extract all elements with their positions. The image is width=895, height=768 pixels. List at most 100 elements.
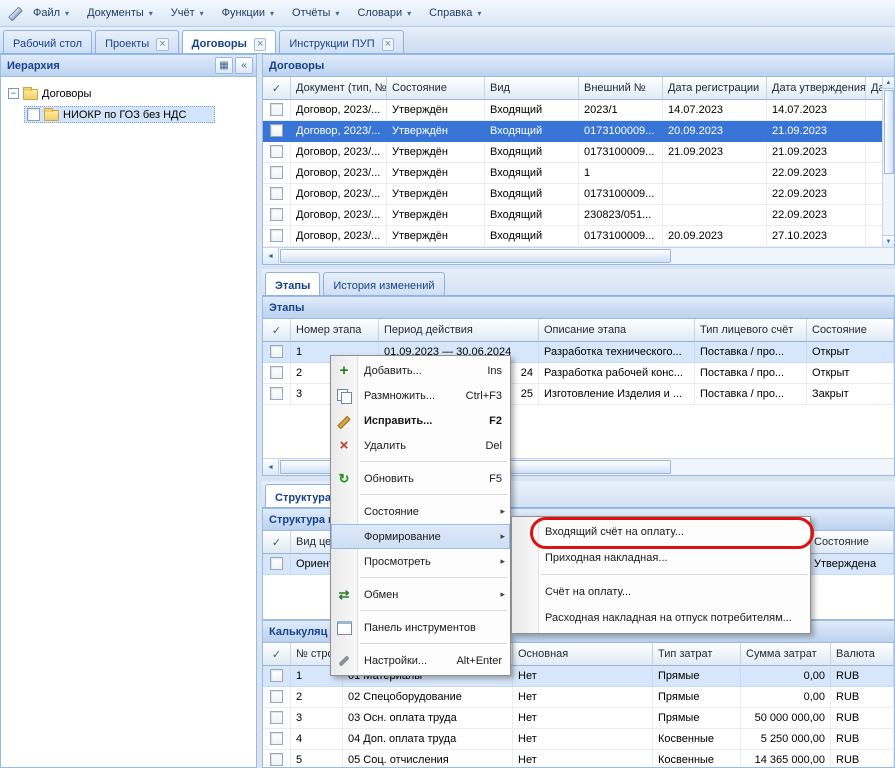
contract-row[interactable]: Договор, 2023/... Утверждён Входящий 202… <box>263 100 894 121</box>
column-header-state[interactable]: Состояние <box>809 531 894 554</box>
scrollbar-thumb[interactable] <box>884 90 894 174</box>
vertical-scrollbar[interactable]: ▲ ▼ <box>882 77 894 247</box>
row-checkbox[interactable] <box>270 669 283 682</box>
row-checkbox[interactable] <box>270 366 283 379</box>
main-tab[interactable]: Инструкции ПУП × <box>279 30 404 53</box>
menubar-item[interactable]: Функции ▾ <box>213 3 283 23</box>
scrollbar-thumb[interactable] <box>280 249 671 263</box>
row-checkbox[interactable] <box>270 711 283 724</box>
contract-row[interactable]: Договор, 2023/... Утверждён Входящий 017… <box>263 226 894 247</box>
calculation-row[interactable]: 5 05 Соц. отчисления Нет Косвенные 14 36… <box>263 750 894 768</box>
column-header-external[interactable]: Внешний № <box>579 77 663 100</box>
submenu-item[interactable]: Входящий счёт на оплату... <box>512 519 810 545</box>
scroll-down-button[interactable]: ▼ <box>883 235 894 247</box>
context-menu-item[interactable]: Добавить... Ins <box>331 358 510 383</box>
scroll-left-button[interactable]: ◄ <box>263 248 279 264</box>
row-checkbox[interactable] <box>270 557 283 570</box>
context-menu-item[interactable]: Удалить Del <box>331 433 510 458</box>
context-menu-item[interactable]: Состояние ▸ <box>331 499 510 524</box>
row-checkbox[interactable] <box>270 387 283 400</box>
submenu-item[interactable]: Счёт на оплату... <box>512 579 810 605</box>
cell-state: Утверждён <box>387 205 485 226</box>
context-menu-item[interactable]: Обмен ▸ <box>331 582 510 607</box>
tab-close-icon[interactable]: × <box>156 38 168 51</box>
contracts-panel: Договоры ✓ Документ (тип, № Состояние Ви… <box>262 54 895 265</box>
row-checkbox[interactable] <box>270 753 283 766</box>
column-header-state[interactable]: Состояние <box>387 77 485 100</box>
contract-row[interactable]: Договор, 2023/... Утверждён Входящий 230… <box>263 205 894 226</box>
column-header-currency[interactable]: Валюта <box>831 643 894 666</box>
stages-tab[interactable]: История изменений <box>323 272 444 295</box>
contract-row[interactable]: Договор, 2023/... Утверждён Входящий 1 2… <box>263 163 894 184</box>
contract-row[interactable]: Договор, 2023/... Утверждён Входящий 017… <box>263 121 894 142</box>
tree-node-label: Договоры <box>42 88 91 100</box>
menubar-item[interactable]: Документы ▾ <box>78 3 162 23</box>
row-checkbox[interactable] <box>270 145 283 158</box>
context-menu-item[interactable]: Просмотреть ▸ <box>331 549 510 574</box>
column-header-cost-type[interactable]: Тип затрат <box>653 643 741 666</box>
scroll-up-button[interactable]: ▲ <box>883 77 894 89</box>
calculation-row[interactable]: 4 04 Доп. оплата труда Нет Косвенные 5 2… <box>263 729 894 750</box>
column-header-approve-date[interactable]: Дата утверждения <box>767 77 866 100</box>
select-all-header[interactable]: ✓ <box>263 531 291 554</box>
column-header-kind[interactable]: Вид <box>485 77 579 100</box>
menu-item-label: Состояние <box>364 506 502 518</box>
tree-node-root[interactable]: − Договоры <box>1 83 256 104</box>
calculation-row[interactable]: 3 03 Осн. оплата труда Нет Прямые 50 000… <box>263 708 894 729</box>
select-all-header[interactable]: ✓ <box>263 643 291 666</box>
column-header-main[interactable]: Основная <box>513 643 653 666</box>
collapse-panel-button[interactable]: « <box>235 57 253 74</box>
row-checkbox[interactable] <box>270 187 283 200</box>
column-header-amount[interactable]: Сумма затрат <box>741 643 831 666</box>
cell-document: Договор, 2023/... <box>291 205 387 226</box>
column-header-reg-date[interactable]: Дата регистрации <box>663 77 767 100</box>
main-tab[interactable]: Рабочий стол <box>3 30 92 53</box>
stages-tab[interactable]: Этапы <box>265 272 320 295</box>
column-header-state[interactable]: Состояние <box>807 319 894 342</box>
column-header-stage-number[interactable]: Номер этапа <box>291 319 379 342</box>
context-menu-item[interactable]: Размножить... Ctrl+F3 <box>331 383 510 408</box>
row-checkbox[interactable] <box>270 166 283 179</box>
submenu-item[interactable]: Приходная накладная... <box>512 545 810 571</box>
context-menu-item[interactable]: Исправить... F2 <box>331 408 510 433</box>
horizontal-scrollbar[interactable]: ◄ ► <box>263 247 894 264</box>
select-all-header[interactable]: ✓ <box>263 319 291 342</box>
calculation-row[interactable]: 2 02 Спецоборудование Нет Прямые 0,00 RU… <box>263 687 894 708</box>
row-checkbox[interactable] <box>270 208 283 221</box>
selected-tree-item[interactable]: НИОКР по ГОЗ без НДС <box>24 106 215 123</box>
column-header-document[interactable]: Документ (тип, № <box>291 77 387 100</box>
tree-node-child[interactable]: НИОКР по ГОЗ без НДС <box>1 104 256 125</box>
collapse-node-icon[interactable]: − <box>8 88 19 99</box>
row-checkbox[interactable] <box>270 732 283 745</box>
menubar-item[interactable]: Словари ▾ <box>348 3 420 23</box>
tab-label: Рабочий стол <box>13 38 82 50</box>
row-checkbox[interactable] <box>270 103 283 116</box>
menubar-item[interactable]: Учёт ▾ <box>162 3 213 23</box>
cell-currency: RUB <box>831 708 894 729</box>
row-checkbox[interactable] <box>270 345 283 358</box>
contract-row[interactable]: Договор, 2023/... Утверждён Входящий 017… <box>263 142 894 163</box>
contract-row[interactable]: Договор, 2023/... Утверждён Входящий 017… <box>263 184 894 205</box>
tab-close-icon[interactable]: × <box>254 38 266 51</box>
menubar-item[interactable]: Файл ▾ <box>24 3 78 23</box>
column-header-account-type[interactable]: Тип лицевого счёт <box>695 319 807 342</box>
context-menu-item[interactable]: Настройки... Alt+Enter <box>331 648 510 673</box>
view-options-button[interactable]: ▦ <box>215 57 233 74</box>
node-checkbox[interactable] <box>27 108 40 121</box>
row-checkbox[interactable] <box>270 229 283 242</box>
column-header-period[interactable]: Период действия <box>379 319 539 342</box>
context-menu-item[interactable]: Обновить F5 <box>331 466 510 491</box>
submenu-item[interactable]: Расходная накладная на отпуск потребител… <box>512 605 810 631</box>
select-all-header[interactable]: ✓ <box>263 77 291 100</box>
main-tab[interactable]: Проекты × <box>95 30 179 53</box>
column-header-description[interactable]: Описание этапа <box>539 319 695 342</box>
scroll-left-button[interactable]: ◄ <box>263 459 279 475</box>
menubar-item[interactable]: Справка ▾ <box>420 3 490 23</box>
context-menu-item[interactable]: Формирование ▸ <box>331 524 510 549</box>
tab-close-icon[interactable]: × <box>382 38 394 51</box>
row-checkbox[interactable] <box>270 124 283 137</box>
main-tab[interactable]: Договоры × <box>182 30 277 53</box>
menubar-item[interactable]: Отчёты ▾ <box>283 3 348 23</box>
row-checkbox[interactable] <box>270 690 283 703</box>
context-menu-item[interactable]: Панель инструментов <box>331 615 510 640</box>
